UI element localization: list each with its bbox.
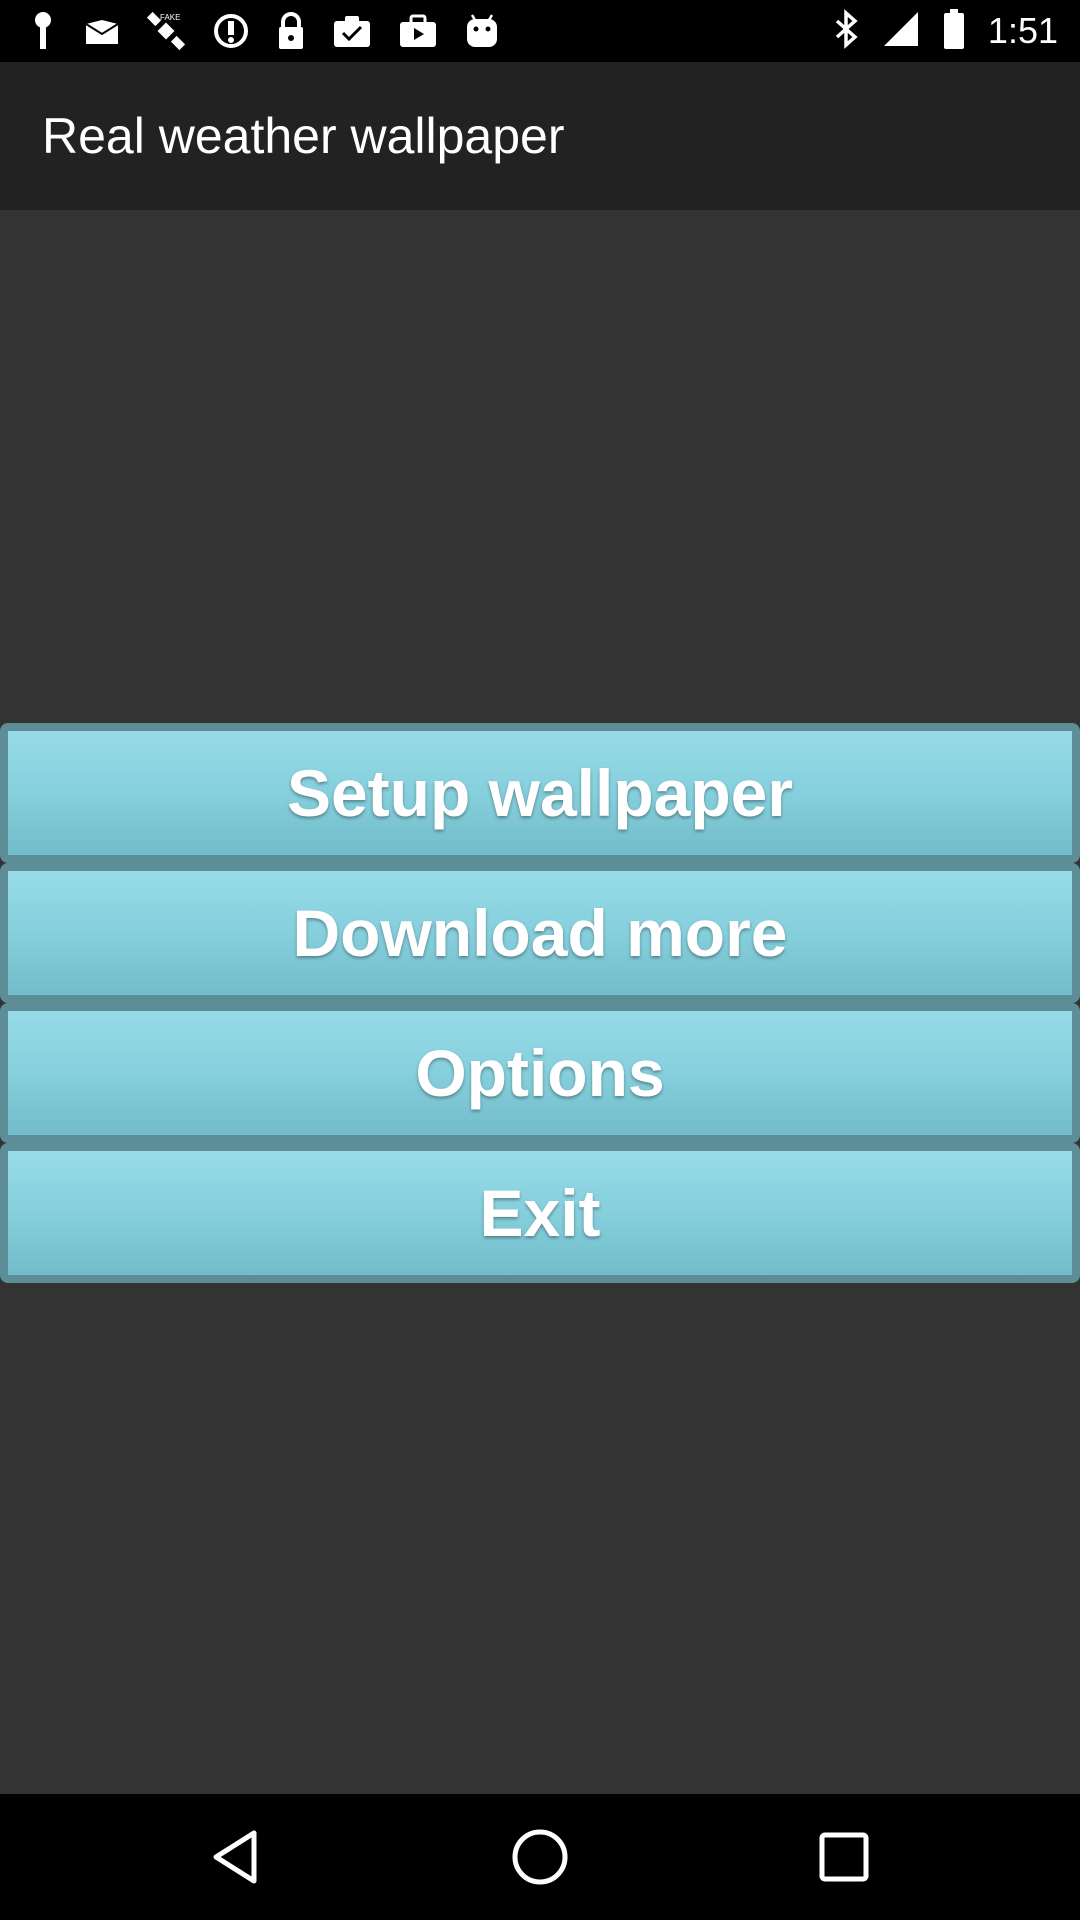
status-bar: FAKE 1:51 (0, 0, 1080, 62)
options-button[interactable]: Options (0, 1003, 1080, 1143)
exit-button[interactable]: Exit (0, 1143, 1080, 1283)
menu-button-list: Setup wallpaper Download more Options Ex… (0, 723, 1080, 1283)
app-title: Real weather wallpaper (42, 108, 565, 164)
main-content: Setup wallpaper Download more Options Ex… (0, 210, 1080, 1794)
briefcase-play-icon (398, 13, 438, 49)
options-label: Options (415, 1036, 665, 1110)
back-icon[interactable] (206, 1827, 266, 1887)
satellite-icon: FAKE (146, 11, 186, 51)
lock-icon (276, 11, 306, 51)
home-icon[interactable] (510, 1827, 570, 1887)
download-more-label: Download more (292, 896, 788, 970)
android-icon (464, 11, 500, 51)
exit-label: Exit (479, 1176, 601, 1250)
mail-icon (84, 16, 120, 46)
clock: 1:51 (987, 10, 1058, 51)
navigation-bar (0, 1794, 1080, 1920)
recents-icon[interactable] (814, 1827, 874, 1887)
data-saver-icon (212, 12, 250, 50)
svg-text:FAKE: FAKE (160, 13, 180, 22)
setup-wallpaper-button[interactable]: Setup wallpaper (0, 723, 1080, 863)
bluetooth-icon (834, 8, 860, 54)
system-icons: 1:51 (834, 8, 1058, 54)
clipboard-check-icon (332, 13, 372, 49)
download-more-button[interactable]: Download more (0, 863, 1080, 1003)
notification-icons: FAKE (28, 8, 500, 54)
signal-icon (882, 10, 920, 53)
fake-gps-icon (28, 11, 58, 51)
battery-icon (942, 8, 966, 55)
app-bar: Real weather wallpaper (0, 62, 1080, 210)
setup-wallpaper-label: Setup wallpaper (286, 756, 794, 830)
